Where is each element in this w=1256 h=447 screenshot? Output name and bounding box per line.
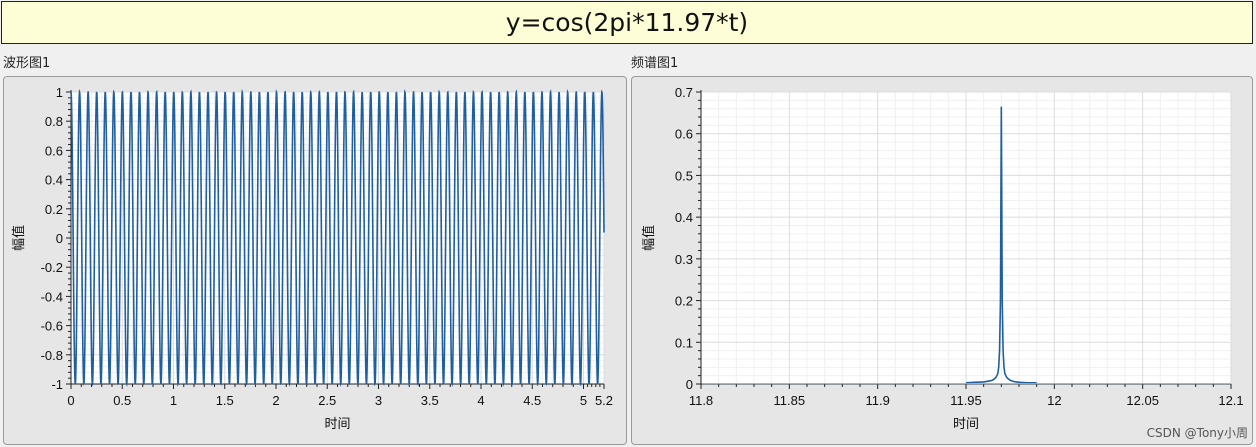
spectrum-chart: 11.8 11.85 11.9 11.95 12 12.05 12.1 0.7 0.6 0.5 0.… bbox=[641, 85, 1244, 432]
x-axis-label: 时间 bbox=[324, 417, 350, 432]
y-tick-label: 0.7 bbox=[675, 85, 693, 100]
waveform-label: 波形图1 bbox=[3, 56, 51, 71]
x-tick-label: 4 bbox=[477, 393, 484, 408]
y-tick-label: -1 bbox=[51, 377, 63, 392]
x-tick-label: 0 bbox=[67, 393, 74, 408]
x-tick-label: 4.5 bbox=[523, 393, 541, 408]
y-tick-label: -0.2 bbox=[41, 260, 63, 275]
x-tick-label: 11.8 bbox=[689, 393, 713, 408]
y-tick-label: 0.8 bbox=[45, 114, 63, 129]
y-tick-label: 0.2 bbox=[675, 294, 693, 309]
y-tick-label: 1 bbox=[56, 85, 63, 100]
x-tick-label: 2 bbox=[272, 393, 279, 408]
y-tick-label: -0.8 bbox=[41, 348, 63, 363]
y-axis-label: 幅值 bbox=[641, 225, 657, 251]
x-tick-label: 12.05 bbox=[1126, 393, 1159, 408]
waveform-chart: 0 0.5 1 1.5 2 2.5 3 3.5 4 4.5 5 5.2 1 0.8 0.6 0.4 0.2 0 -0… bbox=[11, 85, 613, 432]
y-tick-label: 0.2 bbox=[45, 202, 63, 217]
x-tick-label: 3.5 bbox=[421, 393, 439, 408]
waveform-panel: 0 0.5 1 1.5 2 2.5 3 3.5 4 4.5 5 5.2 1 0.8 0.6 0.4 0.2 0 -0… bbox=[3, 76, 627, 445]
y-tick-label: 0.4 bbox=[45, 173, 63, 188]
y-tick-label: 0.4 bbox=[675, 210, 693, 225]
y-tick-label: -0.4 bbox=[41, 289, 63, 304]
y-tick-label: -0.6 bbox=[41, 319, 63, 334]
x-tick-label: 2.5 bbox=[318, 393, 336, 408]
x-tick-label: 5 bbox=[580, 393, 587, 408]
y-axis-label: 幅值 bbox=[11, 225, 27, 251]
spectrum-label: 频谱图1 bbox=[631, 56, 679, 71]
x-tick-label: 1.5 bbox=[216, 393, 234, 408]
spectrum-panel: 11.8 11.85 11.9 11.95 12 12.05 12.1 0.7 0.6 0.5 0.… bbox=[631, 76, 1253, 445]
x-tick-label: 11.9 bbox=[865, 393, 889, 408]
x-tick-label: 5.2 bbox=[595, 393, 613, 408]
x-tick-label: 11.95 bbox=[950, 393, 982, 408]
x-tick-label: 1 bbox=[170, 393, 177, 408]
y-tick-label: 0.6 bbox=[675, 127, 693, 142]
y-tick-label: 0 bbox=[686, 377, 693, 392]
y-tick-label: 0.5 bbox=[675, 168, 693, 183]
x-tick-label: 12 bbox=[1047, 393, 1061, 408]
y-tick-label: 0.1 bbox=[675, 335, 693, 350]
x-tick-label: 3 bbox=[375, 393, 382, 408]
y-tick-label: 0.3 bbox=[675, 252, 693, 267]
y-tick-label: 0 bbox=[56, 231, 63, 246]
y-tick-label: 0.6 bbox=[45, 143, 63, 158]
x-tick-label: 12.1 bbox=[1218, 393, 1243, 408]
watermark: CSDN @Tony小周 bbox=[1146, 426, 1248, 440]
x-axis-label: 时间 bbox=[953, 417, 979, 432]
x-tick-label: 11.85 bbox=[774, 393, 806, 408]
chart-title: y=cos(2pi*11.97*t) bbox=[1, 1, 1253, 44]
x-tick-label: 0.5 bbox=[113, 393, 131, 408]
